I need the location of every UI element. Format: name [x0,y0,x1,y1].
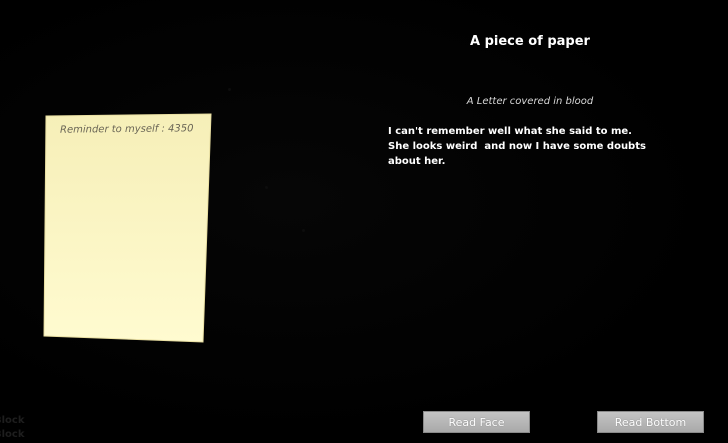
paper-note-text: Reminder to myself : 4350 [60,123,194,136]
hud-line: Block [0,415,25,426]
paper-item-model[interactable] [0,0,728,443]
hud-block-text: Block Block [0,414,25,442]
item-description: I can't remember well what she said to m… [388,126,653,167]
item-title: A piece of paper [470,34,590,49]
item-subtitle: A Letter covered in blood [466,96,594,107]
paper-sheet [43,113,212,343]
hud-line: Block [0,429,25,440]
read-bottom-button[interactable]: Read Bottom [597,411,704,433]
read-face-button[interactable]: Read Face [423,411,530,433]
